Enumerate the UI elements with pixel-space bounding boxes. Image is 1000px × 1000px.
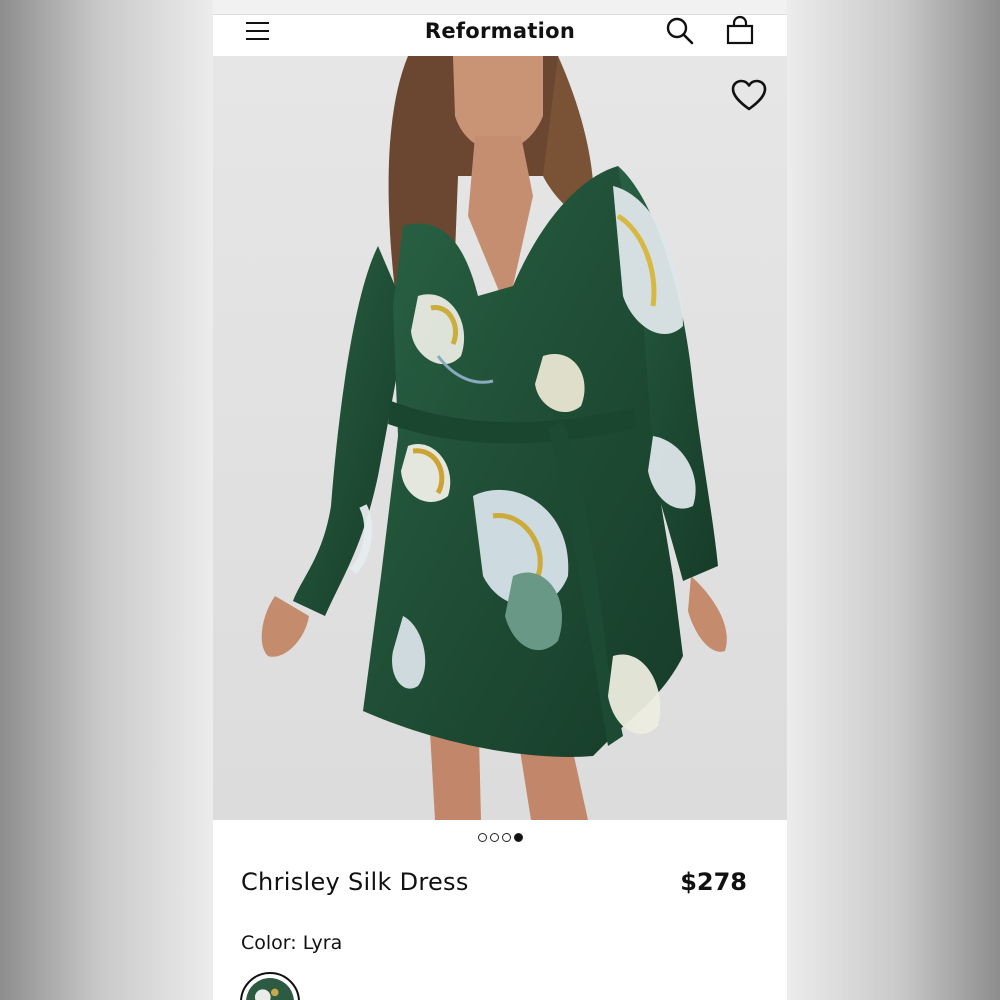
product-image[interactable] bbox=[213, 56, 787, 820]
product-price: $278 bbox=[680, 868, 747, 896]
pagination-dot[interactable] bbox=[501, 832, 511, 842]
top-navigation-bar: Reformation bbox=[213, 14, 787, 57]
swatch-pattern bbox=[246, 978, 294, 1000]
color-swatch-lyra[interactable] bbox=[240, 972, 300, 1000]
brand-logo[interactable]: Reformation bbox=[213, 18, 787, 44]
product-photo bbox=[213, 56, 787, 820]
status-strip bbox=[213, 0, 787, 14]
image-pagination-dots bbox=[213, 830, 787, 844]
shopping-bag-icon[interactable] bbox=[724, 15, 756, 47]
pagination-dot[interactable] bbox=[477, 832, 487, 842]
mobile-app-screen: Reformation Chrisley Silk Dress $278 Col… bbox=[213, 0, 787, 1000]
search-icon[interactable] bbox=[665, 16, 695, 46]
color-label: Color: Lyra bbox=[241, 932, 343, 954]
hamburger-menu-icon[interactable] bbox=[245, 19, 271, 43]
pagination-dot-active[interactable] bbox=[513, 832, 523, 842]
product-title: Chrisley Silk Dress bbox=[241, 868, 469, 896]
pagination-dot[interactable] bbox=[489, 832, 499, 842]
favorite-heart-icon[interactable] bbox=[730, 78, 768, 114]
